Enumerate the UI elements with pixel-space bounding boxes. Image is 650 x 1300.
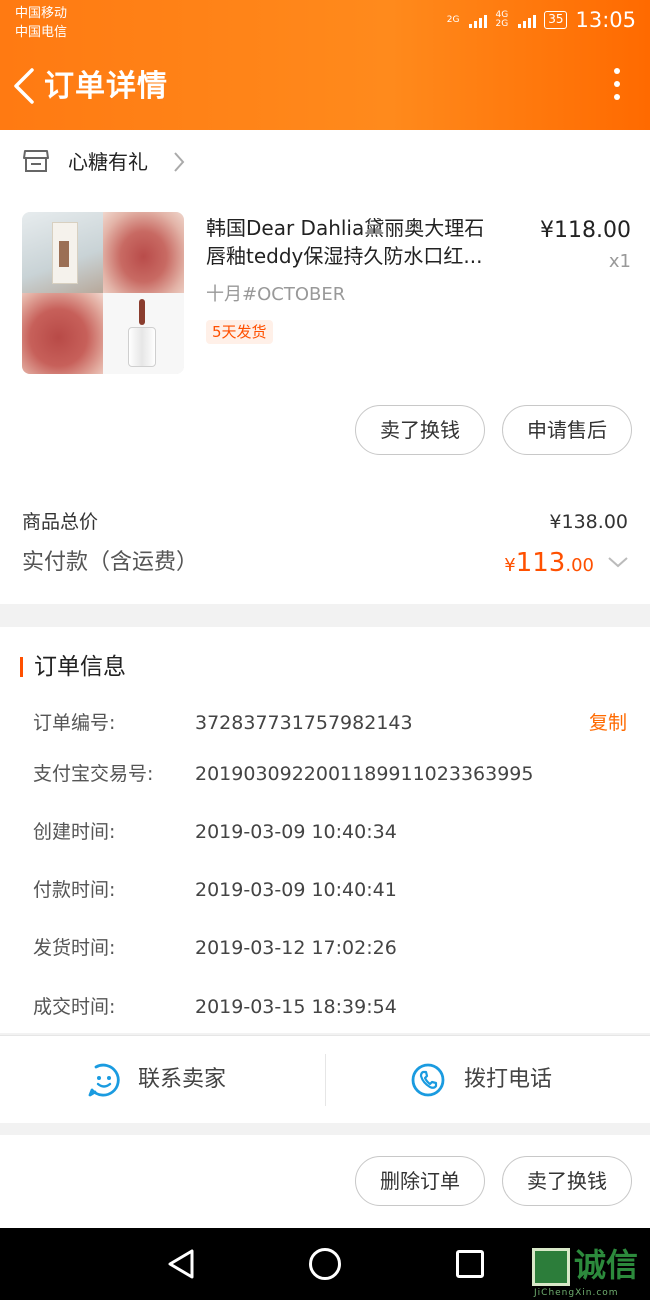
order-card: 心糖有礼 韩国Dear Dahlia黛丽奥大理石 唇釉teddy保湿持久防水口红… (0, 130, 650, 604)
network-type-1: 2G (446, 14, 460, 25)
system-nav-bar: 诚信 JiChengXin.com (0, 1228, 650, 1300)
bottom-action-bar: 删除订单 卖了换钱 (0, 1135, 650, 1228)
network-type-2: 4G 2G (495, 10, 509, 29)
chat-icon (88, 1063, 120, 1097)
copy-button[interactable]: 复制 (589, 708, 627, 738)
call-label: 拨打电话 (464, 1067, 553, 1092)
watermark-logo: 诚信 JiChengXin.com (532, 1244, 650, 1298)
after-sales-button[interactable]: 申请售后 (502, 405, 632, 455)
info-row-created: 创建时间: 2019-03-09 10:40:34 (33, 821, 397, 843)
delete-order-button[interactable]: 删除订单 (355, 1156, 485, 1206)
resell-button[interactable]: 卖了换钱 (355, 405, 485, 455)
goods-total-value: ¥138.00 (549, 511, 628, 533)
section-accent-bar (20, 657, 23, 677)
watermark-text: 诚信 (574, 1246, 639, 1284)
product-quantity: x1 (608, 251, 631, 272)
signal-icon-2 (518, 12, 537, 28)
info-row-completed: 成交时间: 2019-03-15 18:39:54 (33, 996, 397, 1018)
product-title[interactable]: 韩国Dear Dahlia黛丽奥大理石 唇釉teddy保湿持久防水口红... (206, 214, 518, 270)
nav-home-icon[interactable] (309, 1248, 341, 1280)
info-row-paid: 付款时间: 2019-03-09 10:40:41 (33, 879, 397, 901)
store-icon (23, 150, 49, 172)
nav-back-icon[interactable] (166, 1248, 196, 1280)
more-menu-icon[interactable] (612, 68, 622, 108)
watermark-subtext: JiChengXin.com (534, 1288, 619, 1298)
chevron-right-icon (174, 152, 185, 172)
info-row-shipped: 发货时间: 2019-03-12 17:02:26 (33, 937, 397, 959)
signal-icon (469, 12, 488, 28)
call-button[interactable]: 拨打电话 (326, 1036, 650, 1124)
chevron-down-icon[interactable] (606, 554, 630, 570)
back-arrow-icon[interactable] (10, 66, 40, 106)
status-icons: 2G 4G 2G 35 13:05 (447, 8, 636, 32)
contact-seller-label: 联系卖家 (138, 1067, 227, 1092)
order-info-title: 订单信息 (34, 654, 126, 680)
info-row-order-number: 订单编号: 372837731757982143 复制 (0, 708, 650, 738)
carrier-info: 中国移动 中国电信 (15, 4, 67, 42)
paid-amount-label: 实付款（含运费） (22, 550, 199, 575)
phone-icon (411, 1063, 445, 1097)
contact-bar: 联系卖家 拨打电话 (0, 1035, 650, 1123)
shipping-badge: 5天发货 (206, 320, 273, 344)
status-bar: 中国移动 中国电信 2G 4G 2G 35 13:05 (0, 0, 650, 48)
contact-seller-button[interactable]: 联系卖家 (0, 1036, 325, 1124)
carrier-2: 中国电信 (15, 25, 68, 40)
resell-button-bottom[interactable]: 卖了换钱 (502, 1156, 632, 1206)
page-title: 订单详情 (44, 69, 168, 104)
product-thumbnail[interactable] (22, 212, 184, 374)
battery-icon: 35 (544, 11, 568, 29)
status-time: 13:05 (575, 8, 636, 32)
paid-amount-value: ¥113.00 (504, 548, 594, 578)
carrier-1: 中国移动 (15, 6, 68, 21)
app-header: 中国移动 中国电信 2G 4G 2G 35 13:05 订单详情 (0, 0, 650, 130)
title-bar: 订单详情 (0, 56, 650, 120)
nav-recent-apps-icon[interactable] (456, 1250, 484, 1278)
store-name: 心糖有礼 (68, 150, 148, 174)
product-sku: 十月#OCTOBER (206, 284, 346, 305)
goods-total-label: 商品总价 (22, 511, 99, 533)
info-row-alipay-number: 支付宝交易号: 2019030922001189911023363995 (33, 763, 534, 785)
watermark-seal-icon (532, 1248, 570, 1286)
product-price: ¥118.00 (540, 218, 631, 243)
store-row[interactable]: 心糖有礼 (0, 130, 650, 194)
order-info-card: 订单信息 订单编号: 372837731757982143 复制 支付宝交易号:… (0, 627, 650, 1033)
